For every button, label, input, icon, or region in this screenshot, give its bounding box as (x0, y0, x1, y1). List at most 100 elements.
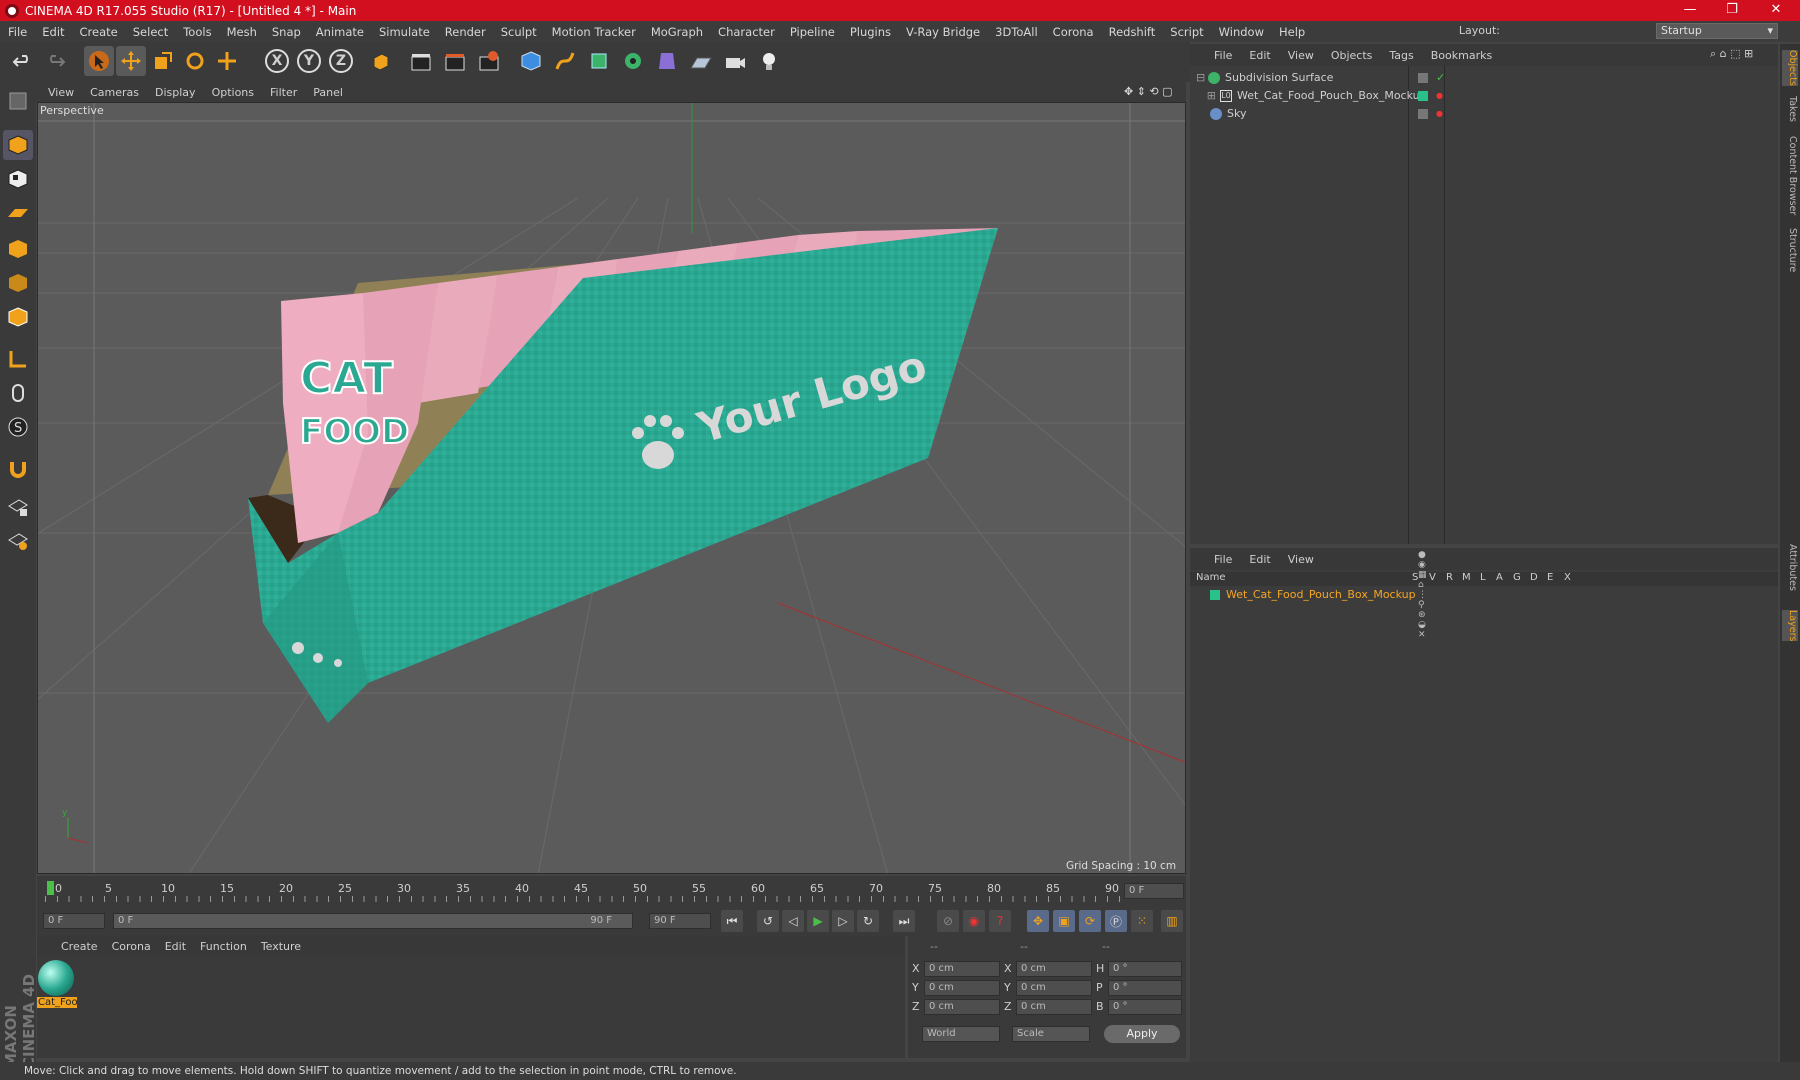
menu-render[interactable]: Render (445, 25, 486, 39)
next-frame-button[interactable]: ▷ (832, 910, 854, 932)
menu-mesh[interactable]: Mesh (227, 25, 257, 39)
layer-menu-file[interactable]: File (1214, 553, 1232, 566)
position-y-field[interactable]: 0 cm (924, 980, 1000, 996)
material-slot[interactable]: Cat_Foo (37, 958, 78, 1012)
expand-icon[interactable]: ⊞ (1196, 89, 1220, 102)
workplane-mode-button[interactable] (3, 198, 33, 228)
viewport-menu-view[interactable]: View (48, 86, 74, 99)
menu-corona[interactable]: Corona (1053, 25, 1094, 39)
record-keys-button[interactable]: ⊘ (937, 910, 959, 932)
size-z-field[interactable]: 0 cm (1016, 999, 1092, 1015)
position-x-field[interactable]: 0 cm (924, 961, 1000, 977)
scene-floor-button[interactable] (686, 46, 716, 76)
layer-row-mockup[interactable]: Wet_Cat_Food_Pouch_Box_Mockup ● ◉ ▦ ⌂ ⋮ … (1196, 550, 1427, 640)
rotation-p-field[interactable]: 0 ° (1108, 980, 1182, 996)
previous-frame-button[interactable]: ◁ (782, 910, 804, 932)
object-row-subdivision[interactable]: ⊟ Subdivision Surface ✓ (1196, 69, 1445, 86)
menu-edit[interactable]: Edit (42, 25, 64, 39)
key-parameter-button[interactable]: Ⓟ (1105, 910, 1127, 932)
menu-snap[interactable]: Snap (272, 25, 301, 39)
visibility-dots-icon[interactable]: ● (1436, 91, 1443, 100)
tab-structure[interactable]: Structure (1782, 228, 1798, 272)
object-name[interactable]: Subdivision Surface (1225, 71, 1333, 84)
maximize-button[interactable]: ❐ (1712, 0, 1752, 21)
menu-motion-tracker[interactable]: Motion Tracker (552, 25, 636, 39)
grid-lock-button[interactable] (3, 492, 33, 522)
rotate-tool-button[interactable] (180, 46, 210, 76)
viewport-menu-display[interactable]: Display (155, 86, 196, 99)
layer-tag-icon[interactable] (1418, 108, 1428, 119)
layer-name[interactable]: Wet_Cat_Food_Pouch_Box_Mockup (1226, 588, 1416, 601)
menu-tools[interactable]: Tools (183, 25, 211, 39)
layer-col-name[interactable]: Name (1196, 572, 1226, 583)
layer-col-a[interactable]: A (1496, 572, 1503, 583)
pen-spline-button[interactable] (550, 46, 580, 76)
cube-primitive-button[interactable] (516, 46, 546, 76)
subdivision-button[interactable] (584, 46, 614, 76)
object-row-sky[interactable]: Sky ● (1196, 105, 1443, 122)
tab-objects[interactable]: Objects (1782, 50, 1798, 86)
material-name[interactable]: Cat_Foo (37, 997, 78, 1008)
tab-takes[interactable]: Takes (1782, 96, 1798, 122)
tweak-mode-button[interactable] (3, 378, 33, 408)
current-frame-field[interactable]: 0 F (1124, 883, 1184, 899)
make-editable-button[interactable] (3, 86, 33, 116)
rotation-h-field[interactable]: 0 ° (1108, 961, 1182, 977)
axis-mode-button[interactable] (3, 344, 33, 374)
tab-attributes[interactable]: Attributes (1782, 544, 1798, 591)
y-axis-lock-button[interactable]: Y (294, 46, 324, 76)
points-mode-button[interactable] (3, 234, 33, 264)
material-menu-create[interactable]: Create (61, 940, 98, 953)
layout-dropdown[interactable]: Startup ▾ (1656, 23, 1778, 39)
material-menu-edit[interactable]: Edit (165, 940, 186, 953)
play-button[interactable]: ▶ (807, 910, 829, 932)
texture-mode-button[interactable] (3, 164, 33, 194)
viewport-menu-options[interactable]: Options (212, 86, 254, 99)
object-menu-file[interactable]: File (1214, 49, 1232, 62)
transform-tool-button[interactable] (212, 46, 242, 76)
light-button[interactable] (754, 46, 784, 76)
size-x-field[interactable]: 0 cm (1016, 961, 1092, 977)
close-button[interactable]: ✕ (1756, 0, 1796, 21)
rotation-b-field[interactable]: 0 ° (1108, 999, 1182, 1015)
layer-col-v[interactable]: V (1429, 572, 1436, 583)
material-menu-texture[interactable]: Texture (261, 940, 301, 953)
menu-plugins[interactable]: Plugins (850, 25, 891, 39)
menu-select[interactable]: Select (133, 25, 168, 39)
menu-window[interactable]: Window (1219, 25, 1264, 39)
coordinate-space-dropdown[interactable]: World (922, 1026, 1000, 1042)
material-menu-corona[interactable]: Corona (112, 940, 151, 953)
object-row-mockup[interactable]: ⊞ L0 Wet_Cat_Food_Pouch_Box_Mockup ● (1196, 87, 1443, 104)
go-to-end-button[interactable]: ⏭ (893, 910, 915, 932)
layer-toggle-icons[interactable]: ● ◉ ▦ ⌂ ⋮ ⚲ ⊛ ◒ ✕ (1418, 550, 1430, 640)
key-scale-button[interactable]: ▣ (1053, 910, 1075, 932)
go-to-start-button[interactable]: ⏮ (721, 910, 743, 932)
size-y-field[interactable]: 0 cm (1016, 980, 1092, 996)
x-axis-lock-button[interactable]: X (262, 46, 292, 76)
timeline-ruler[interactable]: 0 5 10 15 20 25 30 35 40 45 50 55 60 65 … (37, 876, 1186, 906)
previous-key-button[interactable]: ↺ (757, 910, 779, 932)
layer-col-d[interactable]: D (1530, 572, 1538, 583)
layer-col-e[interactable]: E (1547, 572, 1553, 583)
menu-pipeline[interactable]: Pipeline (790, 25, 835, 39)
layer-col-m[interactable]: M (1462, 572, 1471, 583)
frame-range-slider[interactable]: 0 F 90 F (113, 913, 633, 929)
viewport-menu-filter[interactable]: Filter (270, 86, 297, 99)
object-menu-edit[interactable]: Edit (1249, 49, 1270, 62)
redo-button[interactable] (40, 46, 70, 76)
viewport-navigation-icons[interactable]: ✥ ⇕ ⟲ ▢ (1124, 85, 1173, 98)
playhead-marker[interactable] (47, 881, 54, 895)
object-name[interactable]: Wet_Cat_Food_Pouch_Box_Mockup (1237, 89, 1427, 102)
object-menu-tags[interactable]: Tags (1389, 49, 1413, 62)
layer-tag-icon[interactable] (1418, 72, 1428, 83)
snap-button[interactable]: S (3, 412, 33, 442)
key-position-button[interactable]: ✥ (1027, 910, 1049, 932)
undo-button[interactable] (8, 46, 38, 76)
menu-file[interactable]: File (8, 25, 27, 39)
tab-layers[interactable]: Layers (1782, 610, 1798, 642)
render-picture-viewer-button[interactable] (440, 46, 470, 76)
position-z-field[interactable]: 0 cm (924, 999, 1000, 1015)
object-name[interactable]: Sky (1227, 107, 1246, 120)
next-key-button[interactable]: ↻ (857, 910, 879, 932)
polygons-mode-button[interactable] (3, 302, 33, 332)
